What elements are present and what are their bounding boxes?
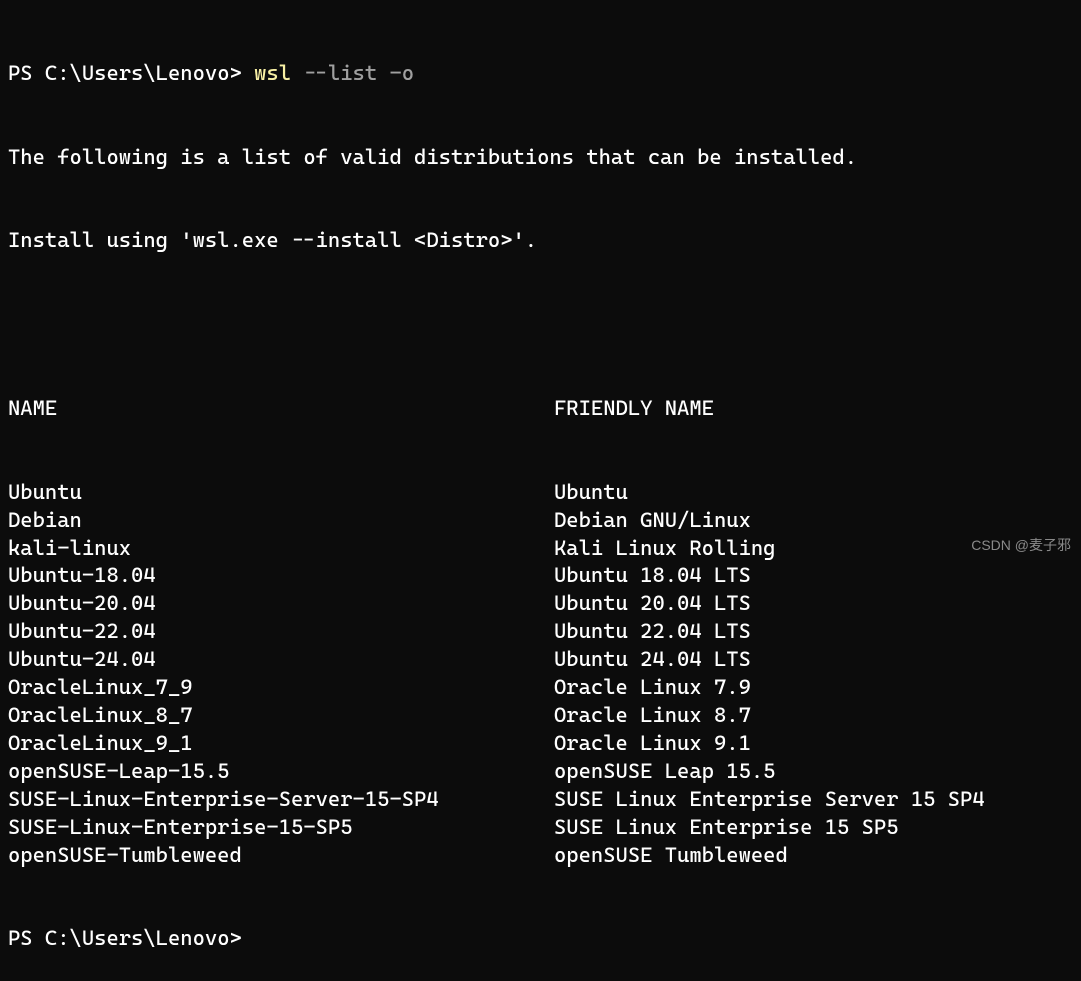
distro-friendly: Debian GNU/Linux: [554, 507, 1073, 535]
distro-name: Ubuntu-20.04: [8, 590, 554, 618]
table-row: Ubuntu-24.04Ubuntu 24.04 LTS: [8, 646, 1073, 674]
distro-name: SUSE-Linux-Enterprise-Server-15-SP4: [8, 786, 554, 814]
table-row: kali-linuxKali Linux Rolling: [8, 535, 1073, 563]
table-row: SUSE-Linux-Enterprise-15-SP5SUSE Linux E…: [8, 814, 1073, 842]
distro-name: Ubuntu-22.04: [8, 618, 554, 646]
blank-line: [8, 311, 1073, 339]
distro-friendly: Ubuntu 20.04 LTS: [554, 590, 1073, 618]
distro-friendly: SUSE Linux Enterprise 15 SP5: [554, 814, 1073, 842]
command-args: --list -o: [291, 60, 414, 88]
distro-name: OracleLinux_8_7: [8, 702, 554, 730]
distro-name: SUSE-Linux-Enterprise-15-SP5: [8, 814, 554, 842]
prompt-path-2: C:\Users\Lenovo: [45, 925, 230, 953]
distro-friendly: openSUSE Tumbleweed: [554, 842, 1073, 870]
prompt-gt: >: [230, 60, 255, 88]
distro-friendly: Ubuntu 18.04 LTS: [554, 562, 1073, 590]
watermark: CSDN @麦子邪: [971, 536, 1071, 555]
table-row: Ubuntu-18.04Ubuntu 18.04 LTS: [8, 562, 1073, 590]
table-row: DebianDebian GNU/Linux: [8, 507, 1073, 535]
distro-friendly: Oracle Linux 8.7: [554, 702, 1073, 730]
prompt-line-2: PS C:\Users\Lenovo>: [8, 925, 1073, 953]
prompt-line-1: PS C:\Users\Lenovo> wsl --list -o: [8, 60, 1073, 88]
distro-name: openSUSE-Leap-15.5: [8, 758, 554, 786]
prompt-gt-2: >: [230, 925, 242, 953]
distro-name: Debian: [8, 507, 554, 535]
table-row: SUSE-Linux-Enterprise-Server-15-SP4SUSE …: [8, 786, 1073, 814]
prompt-ps-2: PS: [8, 925, 45, 953]
distro-list: UbuntuUbuntuDebianDebian GNU/Linuxkali-l…: [8, 479, 1073, 870]
distro-name: kali-linux: [8, 535, 554, 563]
distro-friendly: SUSE Linux Enterprise Server 15 SP4: [554, 786, 1073, 814]
table-row: OracleLinux_7_9Oracle Linux 7.9: [8, 674, 1073, 702]
table-row: UbuntuUbuntu: [8, 479, 1073, 507]
output-line-2: Install using 'wsl.exe --install <Distro…: [8, 227, 1073, 255]
distro-name: openSUSE-Tumbleweed: [8, 842, 554, 870]
distro-name: Ubuntu-18.04: [8, 562, 554, 590]
table-row: OracleLinux_8_7Oracle Linux 8.7: [8, 702, 1073, 730]
distro-friendly: Ubuntu: [554, 479, 1073, 507]
distro-friendly: Ubuntu 24.04 LTS: [554, 646, 1073, 674]
output-line-1: The following is a list of valid distrib…: [8, 144, 1073, 172]
header-friendly: FRIENDLY NAME: [554, 395, 1073, 423]
distro-name: OracleLinux_7_9: [8, 674, 554, 702]
distro-friendly: Oracle Linux 9.1: [554, 730, 1073, 758]
table-row: openSUSE-TumbleweedopenSUSE Tumbleweed: [8, 842, 1073, 870]
distro-friendly: Oracle Linux 7.9: [554, 674, 1073, 702]
distro-friendly: openSUSE Leap 15.5: [554, 758, 1073, 786]
distro-friendly: Ubuntu 22.04 LTS: [554, 618, 1073, 646]
distro-name: Ubuntu-24.04: [8, 646, 554, 674]
distro-name: OracleLinux_9_1: [8, 730, 554, 758]
prompt-path: C:\Users\Lenovo: [45, 60, 230, 88]
prompt-ps: PS: [8, 60, 45, 88]
command-name: wsl: [254, 60, 291, 88]
table-header: NAMEFRIENDLY NAME: [8, 395, 1073, 423]
distro-name: Ubuntu: [8, 479, 554, 507]
header-name: NAME: [8, 395, 554, 423]
terminal-output[interactable]: PS C:\Users\Lenovo> wsl --list -o The fo…: [8, 4, 1073, 981]
table-row: OracleLinux_9_1Oracle Linux 9.1: [8, 730, 1073, 758]
table-row: Ubuntu-20.04Ubuntu 20.04 LTS: [8, 590, 1073, 618]
table-row: Ubuntu-22.04Ubuntu 22.04 LTS: [8, 618, 1073, 646]
table-row: openSUSE-Leap-15.5openSUSE Leap 15.5: [8, 758, 1073, 786]
